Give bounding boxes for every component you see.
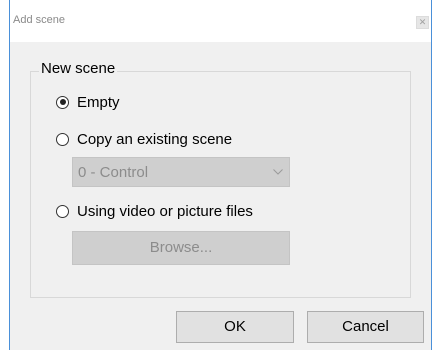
radio-empty-label: Empty [77, 93, 120, 111]
title-bar: Add scene ✕ [10, 0, 431, 42]
radio-copy-existing-label: Copy an existing scene [77, 130, 233, 148]
group-label: New scene [39, 60, 118, 77]
scene-select-value: 0 - Control [78, 164, 149, 181]
ok-button[interactable]: OK [176, 311, 294, 343]
radio-using-files[interactable]: Using video or picture files [56, 201, 253, 221]
chevron-down-icon [273, 169, 283, 175]
window-title: Add scene [13, 14, 65, 26]
radio-using-files-label: Using video or picture files [77, 202, 253, 220]
close-button[interactable]: ✕ [416, 16, 429, 29]
cancel-button[interactable]: Cancel [307, 311, 424, 343]
radio-button[interactable] [56, 132, 69, 146]
radio-copy-existing[interactable]: Copy an existing scene [56, 129, 232, 149]
browse-button[interactable]: Browse... [72, 231, 290, 265]
radio-button[interactable] [56, 204, 69, 218]
scene-select[interactable]: 0 - Control [72, 157, 290, 187]
radio-empty[interactable]: Empty [56, 92, 120, 112]
radio-button[interactable] [56, 95, 69, 109]
add-scene-dialog: Add scene ✕ New scene Empty Copy an exis… [9, 0, 432, 350]
close-icon: ✕ [418, 17, 427, 27]
